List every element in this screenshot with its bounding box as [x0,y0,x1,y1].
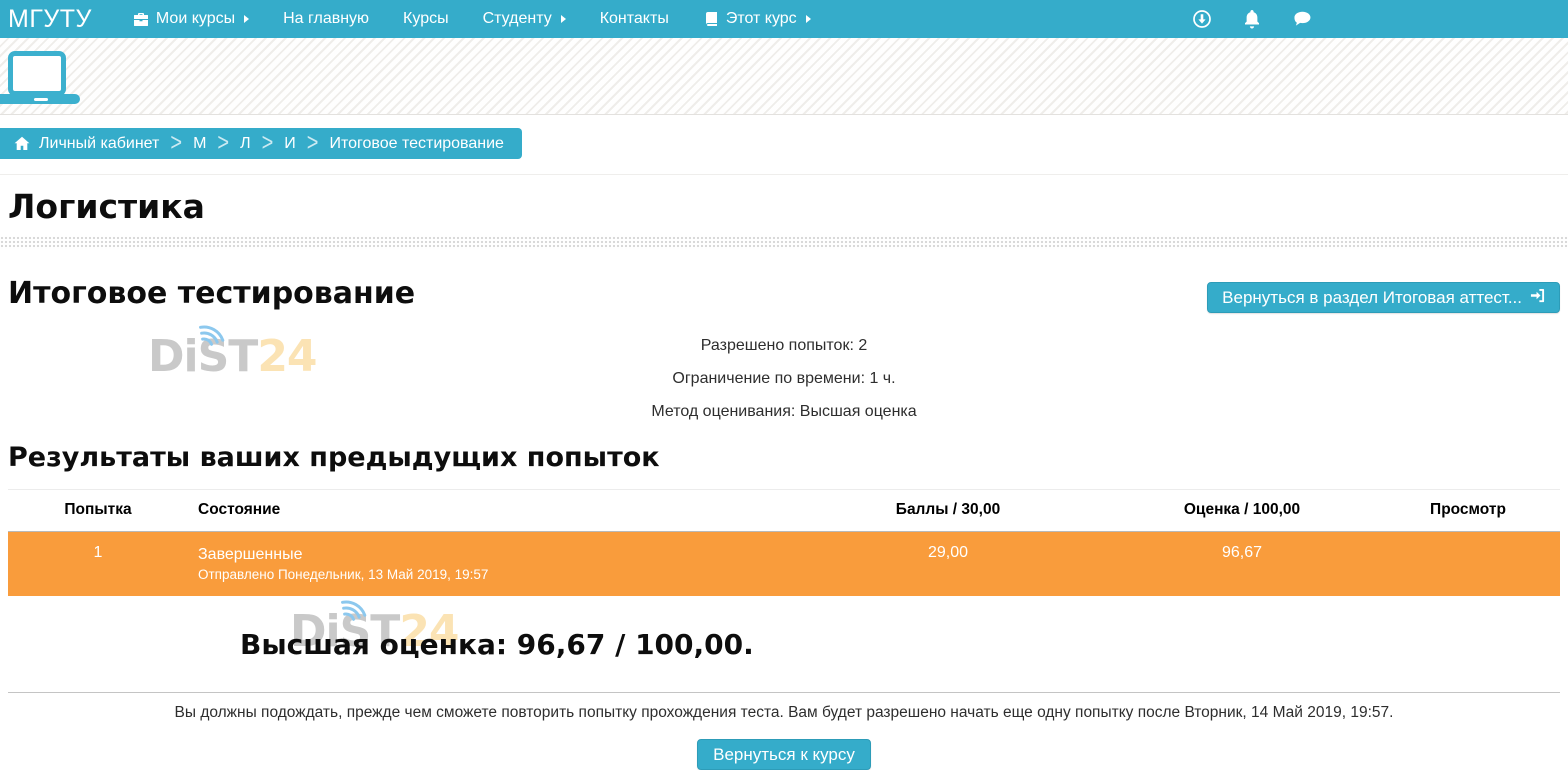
dotted-separator [0,236,1568,249]
chevron-right-icon: > [307,129,319,158]
quiz-title: Итоговое тестирование [8,276,415,311]
nav-item-label: Этот курс [726,10,797,28]
column-attempt: Попытка [8,490,188,532]
quiz-header-row: Итоговое тестирование Вернуться в раздел… [8,276,1560,313]
attempt-number-cell: 1 [8,532,188,597]
breadcrumb: Личный кабинет > М > Л > И > Итоговое те… [0,128,522,159]
nav-item-my-courses[interactable]: Мои курсы [116,0,266,38]
nav-item-label: Студенту [483,10,552,28]
home-icon[interactable] [14,136,30,151]
back-button-label: Вернуться в раздел Итоговая аттест... [1222,288,1522,308]
nav-item-label: Курсы [403,10,449,28]
time-limit-text: Ограничение по времени: 1 ч. [8,362,1560,395]
nav-item-this-course[interactable]: Этот курс [686,0,828,38]
column-state: Состояние [188,490,788,532]
chevron-right-icon: > [262,129,274,158]
breadcrumb-item-category[interactable]: М [193,135,206,153]
main-content: Логистика Итоговое тестирование Вернутьс… [0,187,1568,770]
nav-item-label: Контакты [600,10,669,28]
results-heading: Результаты ваших предыдущих попыток [8,442,1560,473]
attempt-review-cell [1376,532,1560,597]
breadcrumb-item-section[interactable]: И [284,135,296,153]
nav-item-contacts[interactable]: Контакты [583,0,686,38]
attempt-state-cell: Завершенные Отправлено Понедельник, 13 М… [188,532,788,597]
bell-icon[interactable] [1242,9,1262,29]
divider [8,692,1560,693]
back-to-section-button[interactable]: Вернуться в раздел Итоговая аттест... [1207,282,1560,313]
chevron-right-icon: > [217,129,229,158]
grade-summary: DiST24 Высшая оценка: 96,67 / 100,00. [8,628,1560,668]
nav-right-icons [1192,9,1312,29]
nav-item-label: Мои курсы [156,10,235,28]
breadcrumb-item-course[interactable]: Л [240,135,251,153]
table-row: 1 Завершенные Отправлено Понедельник, 13… [8,532,1560,597]
attempt-submitted: Отправлено Понедельник, 13 Май 2019, 19:… [198,565,778,584]
caret-right-icon [806,15,811,23]
column-grade: Оценка / 100,00 [1108,490,1376,532]
top-navbar: МГУТУ Мои курсы На главную Курсы Студент… [0,0,1568,38]
column-marks: Баллы / 30,00 [788,490,1108,532]
course-title: Логистика [8,187,1560,226]
attempt-grade-cell: 96,67 [1108,532,1376,597]
nav-item-label: На главную [283,10,369,28]
caret-right-icon [561,15,566,23]
chevron-right-icon: > [170,129,182,158]
divider [0,174,1568,175]
table-header-row: Попытка Состояние Баллы / 30,00 Оценка /… [8,490,1560,532]
breadcrumb-row: Личный кабинет > М > Л > И > Итоговое те… [0,115,1568,174]
header-banner [0,38,1568,115]
site-logo[interactable]: МГУТУ [8,5,92,34]
return-button-label: Вернуться к курсу [713,745,855,765]
return-to-course-button[interactable]: Вернуться к курсу [697,739,871,770]
sign-in-icon [1530,288,1545,308]
laptop-base [0,94,80,104]
final-grade-text: Высшая оценка: 96,67 / 100,00. [240,628,754,661]
attempts-table: Попытка Состояние Баллы / 30,00 Оценка /… [8,489,1560,596]
quiz-info-block: DiST24 Разрешено попыток: 2 Ограничение … [8,329,1560,428]
nav-menu: Мои курсы На главную Курсы Студенту Конт… [116,0,1192,38]
nav-item-courses[interactable]: Курсы [386,0,466,38]
attempt-state: Завершенные [198,544,778,565]
grading-method-text: Метод оценивания: Высшая оценка [8,395,1560,428]
laptop-screen [8,51,66,96]
chat-icon[interactable] [1292,9,1312,29]
breadcrumb-item-current: Итоговое тестирование [329,135,504,153]
attempts-allowed-text: Разрешено попыток: 2 [8,329,1560,362]
column-review: Просмотр [1376,490,1560,532]
caret-right-icon [244,15,249,23]
attempt-marks-cell: 29,00 [788,532,1108,597]
laptop-icon[interactable] [8,51,98,109]
book-icon [703,11,719,27]
nav-item-home[interactable]: На главную [266,0,386,38]
return-button-row: Вернуться к курсу [8,739,1560,770]
briefcase-icon [133,11,149,27]
breadcrumb-item-dashboard[interactable]: Личный кабинет [39,135,159,153]
target-down-icon[interactable] [1192,9,1212,29]
nav-item-student[interactable]: Студенту [466,0,583,38]
wait-message: Вы должны подождать, прежде чем сможете … [8,704,1560,722]
